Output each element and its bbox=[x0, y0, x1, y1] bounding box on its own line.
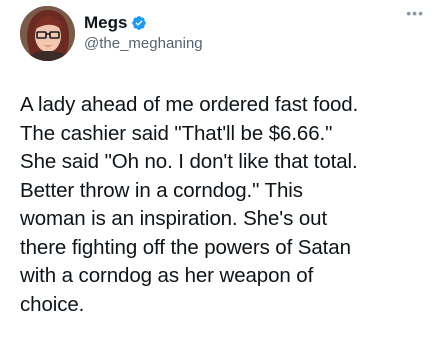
tweet-text: A lady ahead of me ordered fast food. Th… bbox=[20, 91, 434, 319]
tweet-line: The cashier said "That'll be $6.66." bbox=[20, 121, 333, 145]
tweet-line: Better throw in a corndog." This bbox=[20, 178, 303, 202]
avatar[interactable] bbox=[20, 5, 75, 61]
tweet-card: Megs @the_meghaning ••• A lady ahead of … bbox=[0, 0, 444, 350]
more-options-icon[interactable]: ••• bbox=[406, 6, 424, 20]
author-handle[interactable]: @the_meghaning bbox=[84, 34, 203, 54]
author-info: Megs @the_meghaning bbox=[84, 13, 203, 54]
tweet-header: Megs @the_meghaning ••• bbox=[20, 4, 428, 62]
tweet-line: woman is an inspiration. She's out bbox=[20, 207, 328, 230]
tweet-line: A lady ahead of me ordered fast food. bbox=[20, 93, 359, 116]
tweet-line: choice. bbox=[20, 292, 85, 316]
verified-badge-icon bbox=[132, 15, 147, 30]
display-name[interactable]: Megs bbox=[84, 13, 127, 33]
tweet-line: with a corndog as her weapon of bbox=[20, 264, 314, 287]
display-name-row[interactable]: Megs bbox=[84, 13, 203, 33]
tweet-line: She said "Oh no. I don't like that total… bbox=[20, 150, 358, 173]
avatar-image bbox=[20, 5, 75, 61]
tweet-line: there fighting off the powers of Satan bbox=[20, 235, 351, 259]
